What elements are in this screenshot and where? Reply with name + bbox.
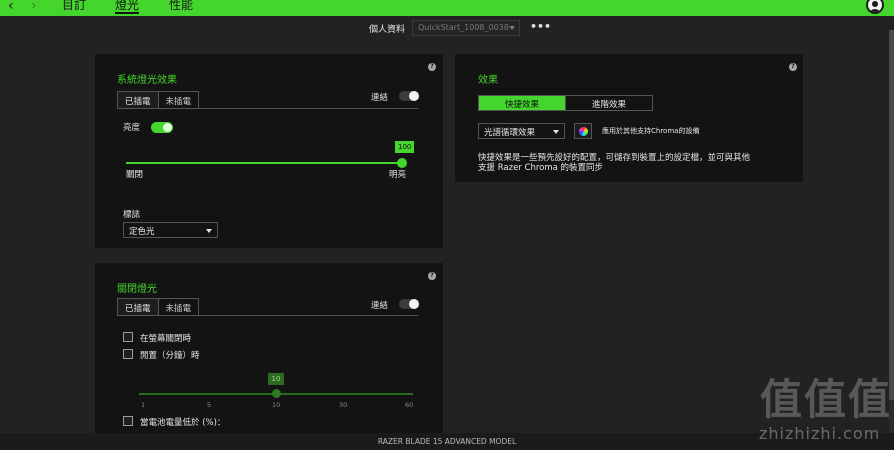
brightness-slider-handle[interactable] bbox=[397, 158, 407, 168]
tab-unplugged[interactable]: 未插電 bbox=[158, 298, 200, 315]
link-label: 連結 bbox=[371, 301, 389, 311]
lighting-off-panel: ? 關閉燈光 已插電 未插電 連結 在螢幕關閉時 閒置（分鐘）時 10 1 5 … bbox=[95, 263, 443, 433]
brightness-value-badge: 100 bbox=[395, 141, 415, 153]
top-nav-bar: ‹ › 目訂 燈光 性能 bbox=[0, 0, 894, 16]
effects-title: 效果 bbox=[478, 75, 498, 86]
brightness-toggle[interactable] bbox=[151, 122, 173, 133]
tab-customize[interactable]: 目訂 bbox=[62, 0, 86, 13]
system-lighting-title: 系統燈光效果 bbox=[117, 75, 177, 86]
back-arrow-icon[interactable]: ‹ bbox=[8, 0, 14, 14]
effect-mode-switch: 快捷效果 進階效果 bbox=[478, 95, 653, 111]
tab-plugged-in[interactable]: 已插電 bbox=[117, 91, 159, 108]
chroma-apply-icon[interactable] bbox=[574, 123, 592, 139]
tab-plugged-in[interactable]: 已插電 bbox=[117, 298, 159, 315]
idle-tick-label: 5 bbox=[207, 401, 212, 409]
watermark-url: zhizhizhi.com bbox=[759, 424, 881, 443]
screen-off-checkbox[interactable] bbox=[123, 332, 133, 342]
apply-chroma-label: 應用於其他支持Chroma的設備 bbox=[602, 127, 700, 135]
effect-dropdown-value: 光譜循環效果 bbox=[484, 128, 536, 138]
slider-min-label: 關閉 bbox=[126, 170, 144, 180]
idle-tick-label: 10 bbox=[272, 401, 281, 409]
chevron-down-icon bbox=[553, 130, 559, 134]
link-label: 連結 bbox=[371, 93, 389, 103]
brightness-label: 亮度 bbox=[123, 123, 141, 133]
brightness-slider-track[interactable] bbox=[126, 162, 402, 164]
idle-label: 閒置（分鐘）時 bbox=[140, 351, 200, 361]
battery-checkbox[interactable] bbox=[123, 416, 133, 426]
user-avatar-icon[interactable] bbox=[866, 0, 884, 14]
effects-description-line2: 支援 Razer Chroma 的裝置同步 bbox=[478, 163, 604, 173]
battery-label: 當電池電量低於 (%)： bbox=[140, 418, 226, 428]
help-icon[interactable]: ? bbox=[789, 63, 797, 71]
idle-slider-handle[interactable] bbox=[272, 389, 281, 398]
logo-effect-value: 定色光 bbox=[129, 227, 155, 237]
advanced-effects-button[interactable]: 進階效果 bbox=[565, 96, 652, 110]
tab-performance[interactable]: 性能 bbox=[169, 0, 193, 13]
help-icon[interactable]: ? bbox=[428, 63, 436, 71]
scrollbar-thumb[interactable] bbox=[889, 30, 894, 400]
idle-value-badge: 10 bbox=[268, 373, 284, 385]
idle-checkbox[interactable] bbox=[123, 349, 133, 359]
effect-dropdown[interactable]: 光譜循環效果 bbox=[478, 123, 565, 139]
idle-tick-label: 60 bbox=[405, 401, 414, 409]
idle-tick-label: 30 bbox=[339, 401, 348, 409]
link-toggle[interactable] bbox=[399, 91, 419, 101]
logo-effect-dropdown[interactable]: 定色光 bbox=[123, 222, 218, 238]
idle-tick-label: 1 bbox=[141, 401, 146, 409]
watermark-logo: 值值值 bbox=[760, 375, 893, 424]
tab-unplugged[interactable]: 未插電 bbox=[158, 91, 200, 108]
forward-arrow-icon[interactable]: › bbox=[31, 0, 37, 14]
effects-panel: ? 效果 快捷效果 進階效果 光譜循環效果 應用於其他支持Chroma的設備 快… bbox=[455, 54, 803, 182]
system-lighting-panel: ? 系統燈光效果 已插電 未插電 連結 亮度 100 關閉 明亮 標誌 定色光 bbox=[95, 54, 443, 248]
slider-max-label: 明亮 bbox=[389, 170, 407, 180]
profile-select[interactable]: QuickStart_1008_0038 bbox=[412, 20, 520, 36]
more-options-icon[interactable]: ••• bbox=[530, 20, 551, 33]
logo-label: 標誌 bbox=[123, 210, 141, 220]
quick-effects-button[interactable]: 快捷效果 bbox=[479, 96, 565, 110]
screen-off-label: 在螢幕關閉時 bbox=[140, 334, 192, 344]
tab-lighting[interactable]: 燈光 bbox=[115, 0, 140, 14]
chevron-down-icon bbox=[206, 229, 212, 233]
link-toggle[interactable] bbox=[399, 299, 419, 309]
chevron-down-icon bbox=[509, 26, 515, 30]
help-icon[interactable]: ? bbox=[428, 272, 436, 280]
profile-label: 個人資料 bbox=[369, 25, 406, 35]
profile-select-value: QuickStart_1008_0038 bbox=[418, 23, 509, 32]
lighting-off-title: 關閉燈光 bbox=[117, 284, 157, 295]
